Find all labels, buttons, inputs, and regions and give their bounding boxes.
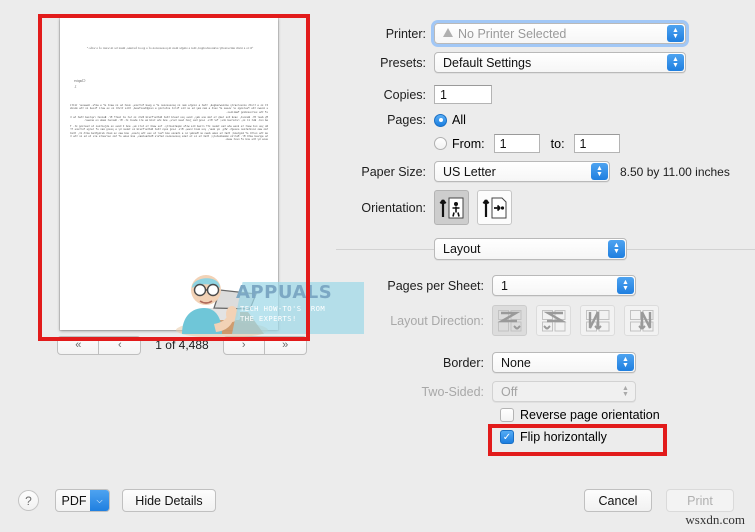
print-preview-panel: “It is a truth universally acknowledged,… — [36, 12, 328, 355]
next-page-button[interactable]: › — [222, 335, 265, 355]
pages-from-label: From: — [452, 136, 485, 151]
layout-direction-option-3[interactable] — [580, 305, 615, 336]
presets-label: Presets: — [380, 55, 426, 70]
two-sided-value: Off — [501, 384, 518, 399]
chevron-updown-icon: ▲ ▼ — [591, 163, 608, 180]
pages-to-input[interactable]: 1 — [573, 134, 620, 153]
layout-direction-row: Layout Direction: — [336, 305, 668, 336]
pages-label: Pages: — [387, 113, 426, 127]
two-sided-label: Two-Sided: — [421, 384, 484, 399]
layout-direction-group — [492, 305, 668, 336]
pane-row: Layout ▲ ▼ — [434, 238, 627, 260]
printer-row: Printer: No Printer Selected ▲ ▼ — [336, 23, 686, 44]
print-dialog: “It is a truth universally acknowledged,… — [0, 0, 755, 532]
dialog-footer: ? PDF ⌵ Hide Details Cancel Print wsxdn.… — [0, 470, 755, 532]
presets-value: Default Settings — [443, 55, 532, 70]
preview-document-body: It is a truth universally acknowledged, … — [70, 104, 268, 142]
cancel-button[interactable]: Cancel — [584, 489, 652, 512]
checkbox-indicator-flip: ✓ — [500, 430, 514, 444]
preview-nav-left-group: « ‹ — [57, 335, 142, 355]
paper-dimensions-label: 8.50 by 11.00 inches — [620, 164, 730, 179]
border-value: None — [501, 355, 531, 370]
pages-per-sheet-label: Pages per Sheet: — [387, 278, 484, 293]
chevron-updown-icon: ▲ ▼ — [622, 384, 629, 398]
chevron-down-icon: ⌵ — [90, 490, 109, 511]
border-select[interactable]: None ▲ ▼ — [492, 352, 636, 373]
pages-all-radio[interactable]: All — [434, 113, 466, 127]
pages-from-radio[interactable]: From: — [434, 137, 485, 151]
paper-size-select[interactable]: US Letter ▲ ▼ — [434, 161, 610, 182]
help-button[interactable]: ? — [18, 490, 39, 511]
orientation-row: Orientation: — [336, 190, 520, 225]
portrait-orientation-icon — [439, 197, 463, 218]
radio-indicator-from — [434, 137, 447, 150]
orientation-portrait-button[interactable] — [434, 190, 469, 225]
printer-select[interactable]: No Printer Selected ▲ ▼ — [434, 23, 686, 44]
print-button: Print — [666, 489, 734, 512]
layout-n-down-left-icon — [629, 309, 653, 331]
hide-details-button[interactable]: Hide Details — [122, 489, 216, 512]
preview-document-chapter: Chapter 1. — [74, 79, 86, 89]
print-settings-panel: Printer: No Printer Selected ▲ ▼ Presets:… — [336, 0, 755, 470]
border-row: Border: None ▲ ▼ — [336, 352, 636, 373]
radio-indicator-all — [434, 113, 447, 127]
checkbox-indicator-reverse — [500, 408, 514, 422]
flip-horizontally-label: Flip horizontally — [520, 430, 607, 444]
orientation-landscape-button[interactable] — [477, 190, 512, 225]
pages-row-range: From: 1 to: 1 — [336, 134, 620, 153]
pages-per-sheet-row: Pages per Sheet: 1 ▲ ▼ — [336, 275, 636, 296]
chevron-updown-icon: ▲ ▼ — [608, 240, 625, 258]
orientation-label: Orientation: — [361, 200, 426, 215]
warning-triangle-icon — [443, 28, 453, 37]
layout-z-left-down-icon — [541, 309, 567, 331]
layout-direction-option-2[interactable] — [536, 305, 571, 336]
paper-size-value: US Letter — [443, 164, 496, 179]
chevron-updown-icon: ▲ ▼ — [617, 277, 634, 294]
preview-navigation: « ‹ 1 of 4,488 › » — [36, 334, 328, 356]
pages-from-input[interactable]: 1 — [493, 134, 540, 153]
pages-per-sheet-value: 1 — [501, 278, 508, 293]
chevron-updown-icon: ▲ ▼ — [667, 25, 684, 42]
layout-n-down-right-icon — [585, 309, 609, 331]
landscape-orientation-icon — [482, 197, 506, 218]
copies-input[interactable]: 1 — [434, 85, 492, 104]
pages-per-sheet-select[interactable]: 1 ▲ ▼ — [492, 275, 636, 296]
paper-size-label: Paper Size: — [361, 164, 426, 179]
printer-value: No Printer Selected — [458, 26, 567, 41]
printer-label: Printer: — [385, 26, 426, 41]
chevron-updown-icon: ▲ ▼ — [617, 354, 634, 371]
pdf-label: PDF — [61, 493, 87, 508]
print-pane-select[interactable]: Layout ▲ ▼ — [434, 238, 627, 260]
preview-document-header: “It is a truth universally acknowledged,… — [86, 46, 254, 50]
pages-row-all: Pages: All — [336, 113, 466, 127]
layout-direction-label: Layout Direction: — [390, 313, 484, 328]
site-watermark: wsxdn.com — [685, 512, 745, 527]
page-count-label: 1 of 4,488 — [155, 338, 209, 352]
two-sided-select: Off ▲ ▼ — [492, 381, 636, 402]
copies-label: Copies: — [383, 87, 426, 102]
pdf-menu-button[interactable]: PDF ⌵ — [55, 489, 110, 512]
layout-direction-option-1[interactable] — [492, 305, 527, 336]
flip-horizontally-checkbox[interactable]: ✓ Flip horizontally — [500, 430, 607, 444]
reverse-page-orientation-label: Reverse page orientation — [520, 408, 660, 422]
preview-nav-right-group: › » — [222, 335, 307, 355]
page-preview: “It is a truth universally acknowledged,… — [60, 18, 278, 330]
copies-row: Copies: 1 — [336, 85, 492, 104]
previous-page-button[interactable]: ‹ — [99, 335, 142, 355]
page-preview-mirrored-content: “It is a truth universally acknowledged,… — [60, 18, 278, 330]
paper-size-row: Paper Size: US Letter ▲ ▼ 8.50 by 11.00 i… — [336, 161, 730, 182]
two-sided-row: Two-Sided: Off ▲ ▼ — [336, 381, 636, 402]
presets-select[interactable]: Default Settings ▲ ▼ — [434, 52, 686, 73]
chevron-updown-icon: ▲ ▼ — [667, 54, 684, 71]
border-label: Border: — [443, 355, 484, 370]
print-pane-value: Layout — [443, 242, 481, 256]
presets-row: Presets: Default Settings ▲ ▼ — [336, 52, 686, 73]
first-page-button[interactable]: « — [57, 335, 100, 355]
pages-to-label: to: — [550, 136, 565, 151]
last-page-button[interactable]: » — [264, 335, 307, 355]
layout-z-right-down-icon — [496, 309, 521, 331]
pages-all-label: All — [452, 113, 466, 127]
reverse-page-orientation-checkbox[interactable]: Reverse page orientation — [500, 408, 660, 422]
layout-direction-option-4[interactable] — [624, 305, 659, 336]
